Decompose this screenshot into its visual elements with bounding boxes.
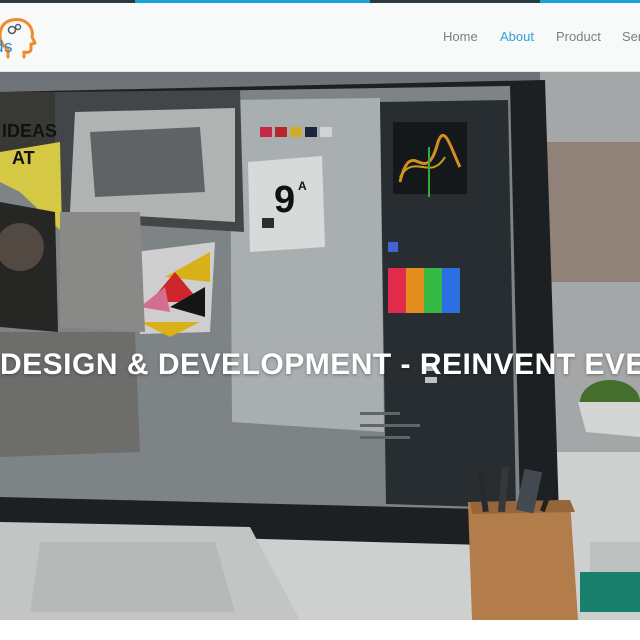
hero-title: DESIGN & DEVELOPMENT - REINVENT EVER bbox=[0, 348, 640, 382]
page-bottom bbox=[0, 620, 640, 640]
nav-home-link[interactable]: Home bbox=[443, 29, 478, 44]
nav-product-link[interactable]: Product bbox=[556, 29, 601, 44]
nav-services-link[interactable]: Ser bbox=[622, 29, 640, 44]
nav-about-link[interactable]: About bbox=[500, 29, 534, 44]
site-header: ds Home About Product Ser bbox=[0, 3, 640, 72]
hero-banner: 9 A IDEAS AT DESIGN & DEVELOPMENT - REIN… bbox=[0, 72, 640, 620]
main-nav: Home About Product Ser bbox=[0, 29, 640, 49]
hero-overlay bbox=[0, 72, 640, 620]
